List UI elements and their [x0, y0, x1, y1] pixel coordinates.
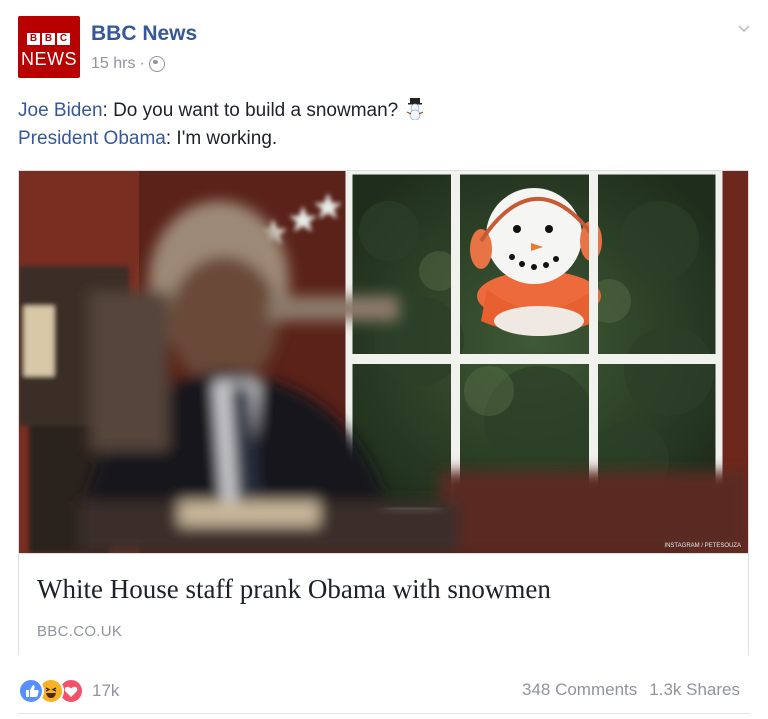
reaction-count[interactable]: 17k	[92, 681, 119, 701]
shares-count-link[interactable]: 1.3k Shares	[649, 680, 740, 700]
caption-speaker-2[interactable]: President Obama	[18, 128, 166, 149]
bbc-news-avatar[interactable]: B B C NEWS	[18, 16, 80, 78]
logo-letter: C	[57, 33, 70, 45]
caption-speaker-1[interactable]: Joe Biden	[18, 100, 103, 121]
logo-word: NEWS	[21, 49, 77, 69]
bbc-logo-blocks: B B C	[27, 33, 70, 45]
logo-letter: B	[27, 33, 40, 45]
page-name-link[interactable]: BBC News	[91, 22, 197, 46]
meta-separator: ·	[139, 55, 145, 72]
link-domain: BBC.CO.UK	[37, 623, 123, 640]
caption-text-1: : Do you want to build a snowman?	[102, 100, 399, 121]
reaction-summary[interactable]: 17k	[18, 678, 119, 704]
chevron-down-icon[interactable]	[738, 22, 750, 34]
like-icon	[18, 678, 44, 704]
globe-icon[interactable]	[148, 56, 165, 72]
caption-text-2: : I'm working.	[165, 128, 278, 149]
obama-snowman-photo: INSTAGRAM / PETESOUZA	[19, 171, 748, 553]
post-meta: 15 hrs ·	[91, 55, 165, 73]
footer-divider	[18, 713, 750, 714]
link-preview-text[interactable]: White House staff prank Obama with snowm…	[19, 553, 748, 655]
caption-line-1: Joe Biden: Do you want to build a snowma…	[18, 98, 426, 123]
logo-letter: B	[42, 33, 55, 45]
photo-watermark: INSTAGRAM / PETESOUZA	[664, 543, 741, 549]
link-preview-image[interactable]: INSTAGRAM / PETESOUZA	[19, 171, 748, 553]
comments-count-link[interactable]: 348 Comments	[522, 680, 637, 700]
post-timestamp[interactable]: 15 hrs	[91, 55, 135, 73]
caption-line-2: President Obama: I'm working.	[18, 127, 277, 151]
facebook-post: B B C NEWS BBC News 15 hrs · Joe Biden: …	[0, 0, 768, 719]
snowman-emoji-icon	[407, 98, 424, 120]
link-headline[interactable]: White House staff prank Obama with snowm…	[37, 574, 551, 605]
link-preview-card[interactable]: INSTAGRAM / PETESOUZA White House staff …	[18, 170, 749, 655]
engagement-stats: 348 Comments 1.3k Shares	[522, 680, 740, 700]
